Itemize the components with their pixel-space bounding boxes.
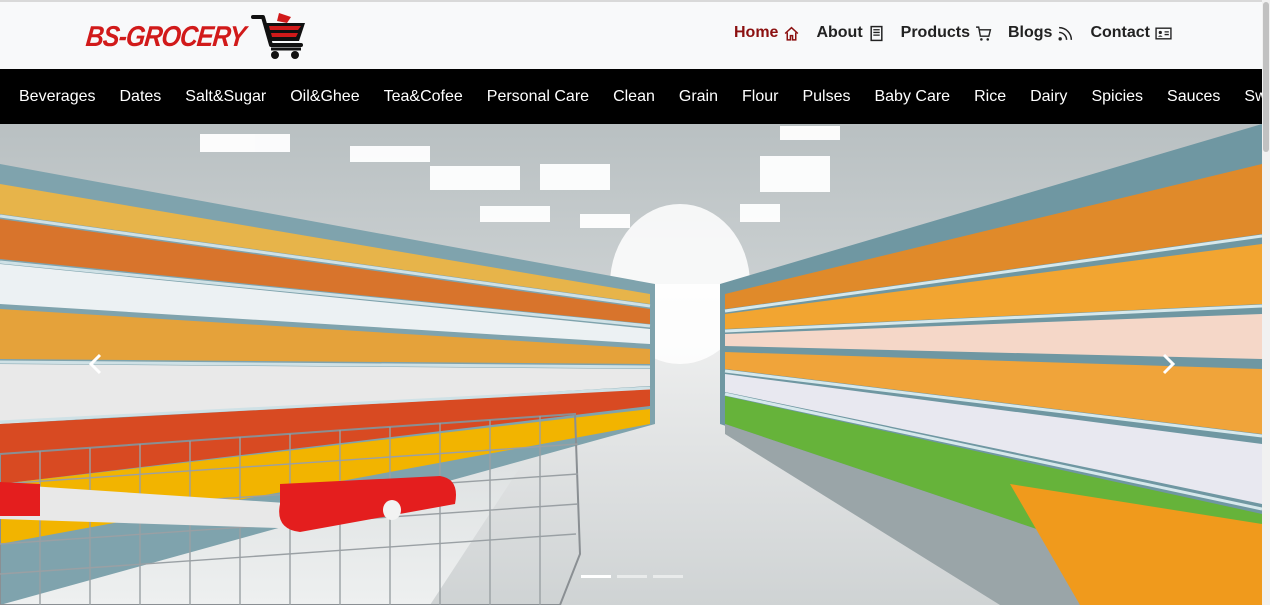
main-nav: Home About Products Blogs Contact [734, 24, 1172, 42]
nav-blogs[interactable]: Blogs [1008, 24, 1074, 42]
nav-blogs-label: Blogs [1007, 24, 1053, 41]
house-icon [785, 26, 799, 41]
category-sauces[interactable]: Sauces [1155, 88, 1232, 106]
nav-about[interactable]: About [816, 24, 884, 42]
category-flour[interactable]: Flour [730, 88, 790, 106]
nav-products-label: Products [900, 24, 970, 41]
carousel-indicator-2[interactable] [617, 575, 647, 578]
scrollbar-thumb[interactable] [1263, 2, 1269, 152]
category-salt-sugar[interactable]: Salt&Sugar [173, 88, 278, 106]
nav-contact-label: Contact [1090, 24, 1150, 41]
category-beverages[interactable]: Beverages [0, 88, 108, 106]
logo-text: BS-GROCERY [84, 20, 247, 53]
nav-home[interactable]: Home [734, 24, 800, 42]
category-rice[interactable]: Rice [962, 88, 1018, 106]
brand-logo[interactable]: BS-GROCERY [84, 10, 309, 64]
carousel-indicators [581, 575, 683, 578]
carousel-prev-icon[interactable] [86, 352, 106, 376]
nav-about-label: About [816, 24, 863, 41]
nav-contact[interactable]: Contact [1090, 24, 1172, 42]
rss-icon [1058, 26, 1073, 41]
shopping-cart-logo-icon [251, 13, 306, 59]
hero-carousel [0, 124, 1262, 605]
category-clean[interactable]: Clean [601, 88, 667, 106]
book-icon [870, 25, 883, 41]
nav-products[interactable]: Products [901, 24, 992, 42]
category-pulses[interactable]: Pulses [790, 88, 862, 106]
site-header: BS-GROCERY Home About Products Blogs Con… [0, 2, 1262, 69]
category-grain[interactable]: Grain [667, 88, 730, 106]
category-spicies[interactable]: Spicies [1079, 88, 1155, 106]
category-dates[interactable]: Dates [108, 88, 174, 106]
category-dairy[interactable]: Dairy [1018, 88, 1079, 106]
nav-home-label: Home [733, 24, 779, 41]
carousel-indicator-3[interactable] [653, 575, 683, 578]
carousel-next-icon[interactable] [1158, 352, 1178, 376]
contact-card-icon [1155, 26, 1172, 40]
carousel-indicator-1[interactable] [581, 575, 611, 578]
supermarket-aisle-image [0, 124, 1262, 605]
category-baby-care[interactable]: Baby Care [862, 88, 962, 106]
category-bar: Beverages Dates Salt&Sugar Oil&Ghee Tea&… [0, 69, 1270, 124]
page-scrollbar[interactable] [1262, 0, 1270, 605]
cart-icon [976, 25, 992, 41]
category-tea-cofee[interactable]: Tea&Cofee [372, 88, 475, 106]
category-personal-care[interactable]: Personal Care [475, 88, 601, 106]
category-oil-ghee[interactable]: Oil&Ghee [278, 88, 371, 106]
